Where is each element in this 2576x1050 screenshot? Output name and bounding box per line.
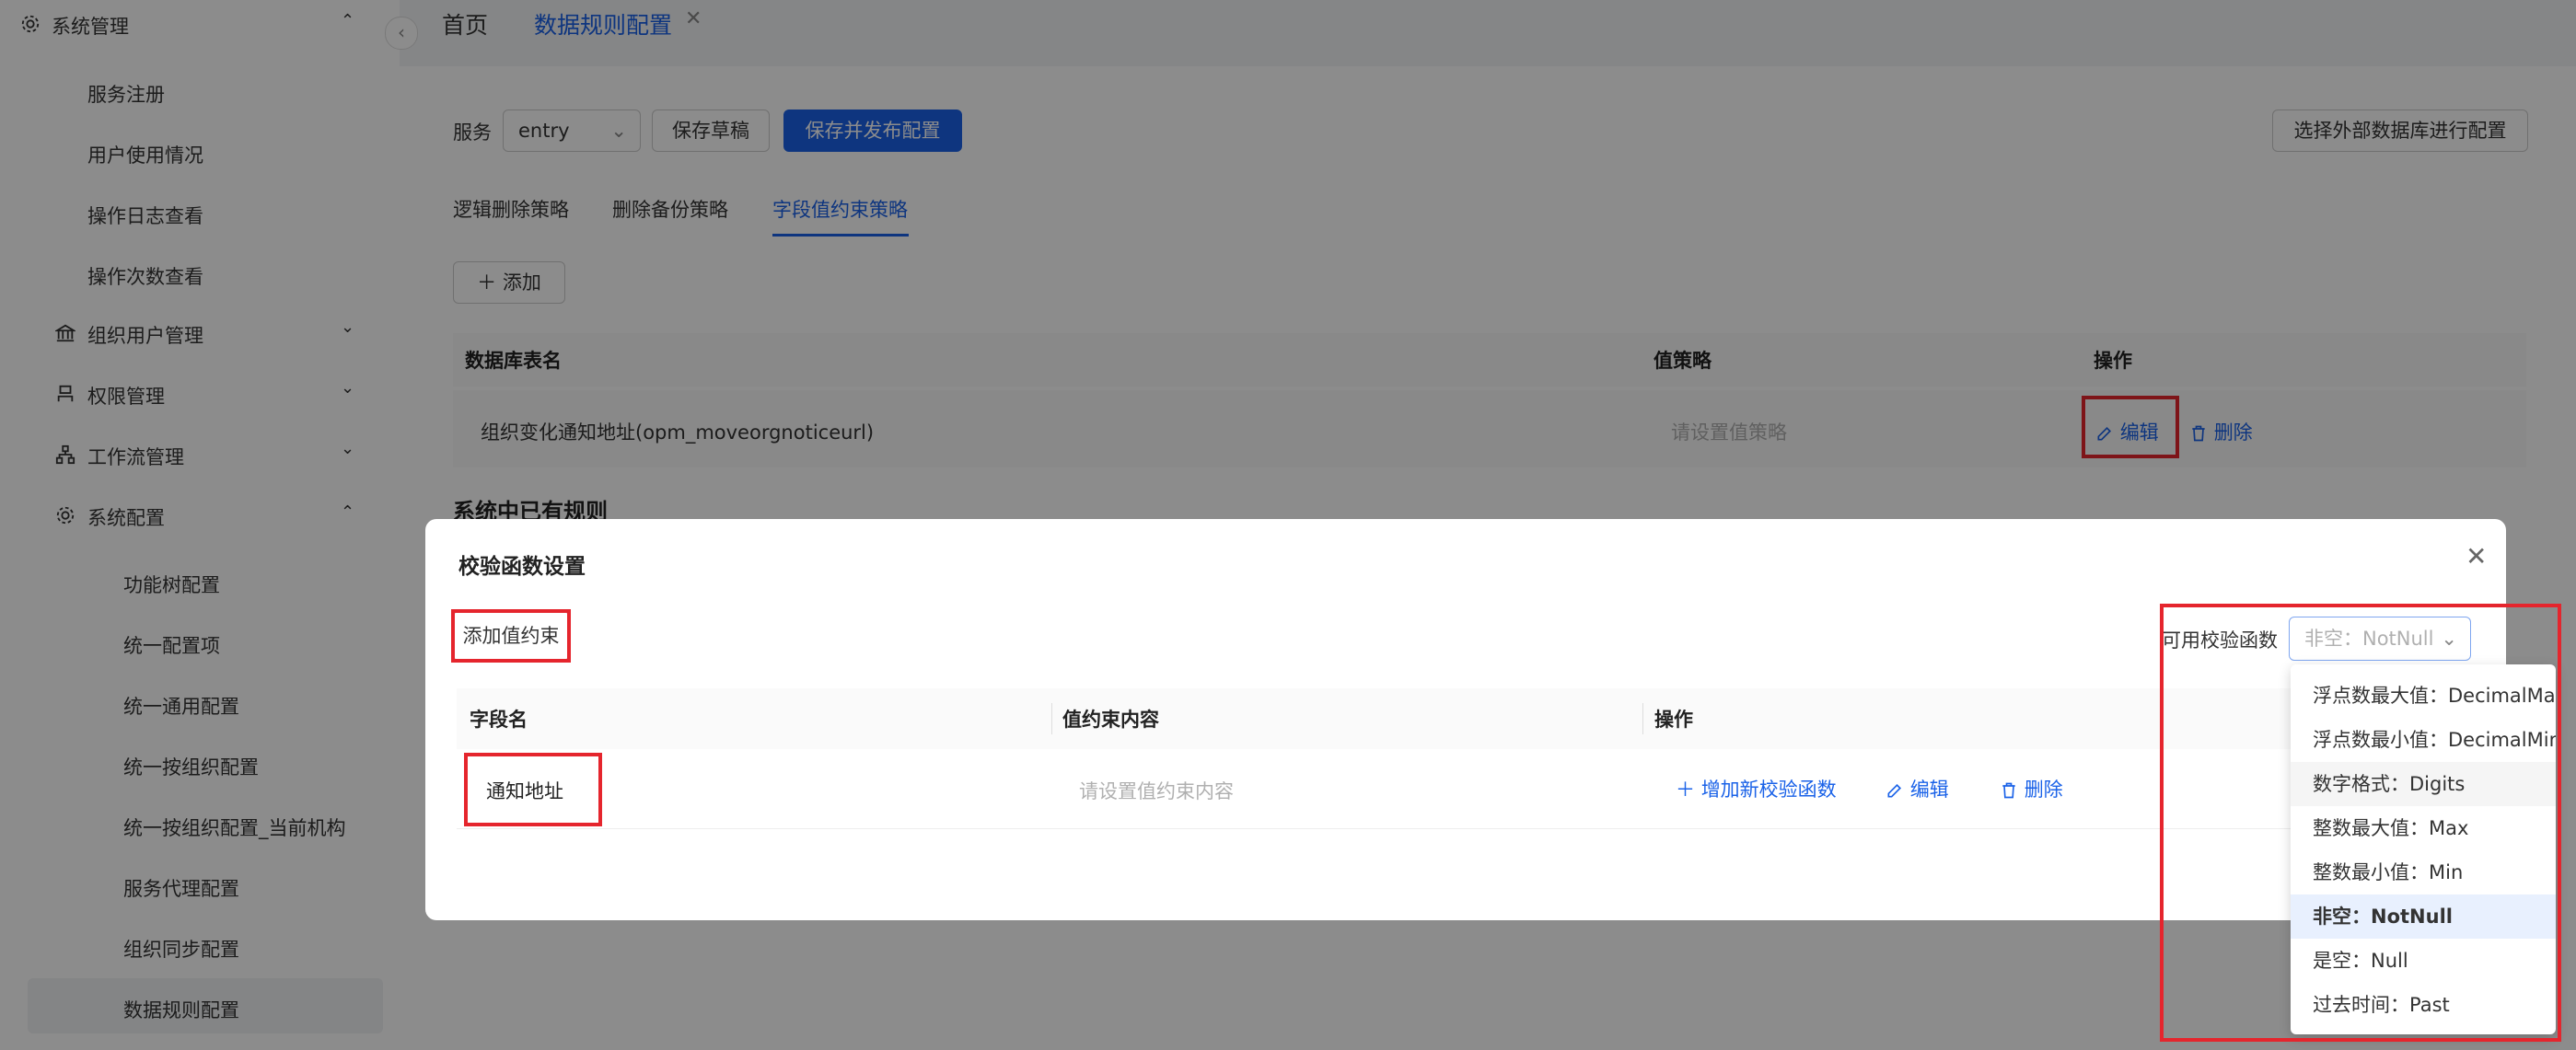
highlight-dropdown-area	[2160, 604, 2561, 1042]
col-divider	[1642, 703, 1643, 734]
modal-title: 校验函数设置	[458, 555, 586, 579]
highlight-add-constraint	[451, 609, 571, 663]
trash-icon	[2002, 782, 2015, 799]
modal-delete-label: 删除	[2024, 779, 2063, 801]
modal-header-field: 字段名	[470, 709, 528, 731]
modal-edit-link[interactable]: 编辑	[1886, 775, 1949, 802]
add-validation-fn-link[interactable]: ＋ 增加新校验函数	[1676, 775, 1837, 802]
add-validation-fn-label: 增加新校验函数	[1700, 779, 1837, 801]
modal-cell-content: 请设置值约束内容	[1079, 780, 1234, 802]
edit-icon	[1887, 783, 1902, 798]
modal-edit-label: 编辑	[1909, 779, 1949, 801]
modal-header-content: 值约束内容	[1062, 709, 1159, 731]
modal-delete-link[interactable]: 删除	[2000, 775, 2063, 802]
modal-cell-field: 通知地址	[486, 780, 563, 802]
plus-icon: ＋	[1676, 779, 1695, 801]
col-divider	[1051, 703, 1052, 734]
modal-header-action: 操作	[1654, 709, 1693, 731]
close-icon[interactable]: ✕	[2466, 541, 2487, 571]
